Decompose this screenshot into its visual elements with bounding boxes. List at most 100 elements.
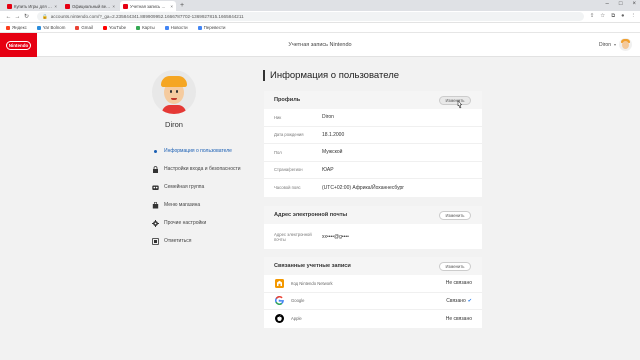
nintendo-network-icon	[274, 278, 284, 288]
address-bar-row: ← → ↻ 🔒 accounts.nintendo.com/?_ga=2.235…	[0, 11, 640, 23]
profile-row-timezone: Часовой пояс (UTC+02:00) Африка/Йоханнес…	[264, 179, 482, 197]
sidebar-item-label: Отметиться	[164, 238, 192, 244]
bookmark-site-icon	[36, 25, 41, 30]
status-text: Не связано	[445, 280, 472, 287]
maps-icon	[136, 25, 141, 30]
sidebar-item-security[interactable]: Настройки входа и безопасности	[152, 160, 252, 178]
status-text: Не связано	[445, 315, 472, 322]
email-value: xx••••@g••••	[322, 233, 349, 240]
sidebar-item-label: Прочие настройки	[164, 220, 207, 226]
edit-linked-button[interactable]: Изменить	[439, 261, 471, 271]
field-label: Пол	[274, 149, 282, 155]
bookmark-label: YouTube	[108, 25, 127, 30]
bookmark-gmail[interactable]: Gmail	[75, 25, 93, 30]
bookmark-label: Gmail	[81, 25, 93, 30]
status-text: Связано	[446, 297, 466, 304]
minimize-icon[interactable]: –	[606, 1, 609, 7]
bookmark-star-icon[interactable]: ☆	[600, 13, 605, 20]
linked-accounts-card: Связанные учетные записи Изменить Код Ni…	[264, 257, 482, 328]
bookmark-maps[interactable]: Карты	[136, 25, 155, 30]
edit-profile-button[interactable]: Изменить	[439, 95, 471, 105]
nintendo-favicon-icon	[123, 3, 128, 9]
sidebar-item-shop[interactable]: Меню магазина	[152, 196, 252, 214]
bookmark-translate[interactable]: Перевести	[197, 25, 226, 30]
bookmark-yandex[interactable]: Яндекс	[6, 25, 27, 30]
email-card: Адрес электронной почты Изменить Адрес э…	[264, 206, 482, 249]
bookmark-label: Перевести	[203, 25, 226, 30]
sidebar-item-sign-out[interactable]: Отметиться	[152, 232, 252, 250]
tab-close-icon[interactable]: ×	[54, 4, 57, 9]
yandex-icon	[6, 25, 10, 30]
google-icon	[274, 296, 284, 306]
sidebar-item-family[interactable]: Семейная группа	[152, 178, 252, 196]
shop-bag-icon	[152, 201, 159, 209]
account-status: Связано ✔	[446, 298, 472, 304]
tab-title: Учетная запись Nintendo	[130, 3, 169, 9]
extensions-icon[interactable]: ⧉	[611, 13, 615, 20]
bookmark-label: Yar Bolnom	[42, 25, 66, 30]
linked-account-row: Google Связано ✔	[264, 293, 482, 310]
lock-icon: 🔒	[42, 13, 48, 19]
field-value: 18.1.2000	[322, 131, 345, 138]
url-input[interactable]: 🔒 accounts.nintendo.com/?_ga=2.235844341…	[37, 12, 584, 21]
profile-title: Профиль	[274, 97, 301, 103]
window-controls: – □ ×	[606, 1, 636, 7]
apple-icon	[274, 314, 284, 324]
profile-row-country: Страна/регион ЮАР	[264, 162, 482, 179]
share-icon[interactable]: ⇪	[590, 13, 595, 20]
browser-tab-1[interactable]: Купить Игры для Nintendo Swit ×	[4, 1, 60, 11]
profile-user-name: Diron	[165, 120, 183, 129]
close-window-icon[interactable]: ×	[632, 1, 636, 7]
forward-icon[interactable]: →	[13, 14, 22, 20]
profile-row-nickname: Ник Diron	[264, 109, 482, 127]
account-status: Не связано	[446, 280, 472, 286]
browser-tab-bar: Купить Игры для Nintendo Swit × Официаль…	[0, 0, 640, 11]
tab-close-icon[interactable]: ×	[112, 4, 115, 9]
sidebar-item-label: Настройки входа и безопасности	[164, 166, 241, 172]
tab-title: Официальный веб-сайт Ninten	[72, 3, 110, 9]
bookmark-youtube[interactable]: YouTube	[102, 25, 127, 30]
gear-icon	[152, 219, 159, 227]
field-value: Diron	[322, 114, 334, 121]
news-icon	[164, 25, 169, 30]
tab-close-icon[interactable]: ×	[170, 4, 173, 9]
profile-row-birthdate: Дата рождения 18.1.2000	[264, 127, 482, 144]
field-value: Мужской	[322, 149, 343, 156]
edit-email-button[interactable]: Изменить	[439, 210, 471, 220]
browser-tab-2[interactable]: Официальный веб-сайт Ninten ×	[62, 1, 118, 11]
email-card-header: Адрес электронной почты Изменить	[264, 206, 482, 224]
field-label: Ник	[274, 114, 282, 120]
profile-card-header: Профиль Изменить	[264, 91, 482, 109]
field-label: Дата рождения	[274, 132, 304, 138]
sign-out-icon	[152, 237, 159, 245]
field-value: ЮАР	[322, 166, 334, 173]
browser-tab-3[interactable]: Учетная запись Nintendo ×	[120, 1, 176, 11]
user-menu[interactable]: Diron ▾	[599, 38, 632, 51]
menu-icon[interactable]: ⋮	[631, 13, 637, 20]
field-label: Адрес электронной почты	[274, 231, 312, 242]
bookmark-news[interactable]: Новости	[164, 25, 188, 30]
sidebar-item-label: Семейная группа	[164, 184, 205, 190]
linked-title: Связанные учетные записи	[274, 263, 351, 269]
nintendo-favicon-icon	[65, 3, 70, 9]
sidebar-nav: Информация о пользователе Настройки вход…	[152, 142, 252, 250]
family-icon	[152, 184, 159, 191]
profile-card: Профиль Изменить Ник Diron Дата рождения…	[264, 91, 482, 197]
sidebar-item-label: Информация о пользователе	[164, 148, 232, 154]
linked-account-row: Apple Не связано	[264, 310, 482, 328]
back-icon[interactable]: ←	[4, 14, 13, 20]
sidebar-item-other-settings[interactable]: Прочие настройки	[152, 214, 252, 232]
maximize-icon[interactable]: □	[619, 1, 623, 7]
new-tab-button[interactable]: +	[180, 1, 184, 11]
bookmark-yar-bolnom[interactable]: Yar Bolnom	[36, 25, 66, 30]
reload-icon[interactable]: ↻	[22, 13, 31, 20]
profile-row-gender: Пол Мужской	[264, 144, 482, 162]
account-status: Не связано	[446, 316, 472, 322]
account-name: Код Nintendo Network	[291, 280, 333, 286]
profile-icon[interactable]: ●	[621, 13, 624, 20]
tab-title: Купить Игры для Nintendo Swit	[14, 3, 52, 9]
sidebar-item-user-info[interactable]: Информация о пользователе	[152, 142, 252, 160]
sidebar-item-label: Меню магазина	[164, 202, 201, 208]
header-user-name: Diron	[599, 41, 611, 48]
email-row: Адрес электронной почты xx••••@g••••	[264, 224, 482, 249]
